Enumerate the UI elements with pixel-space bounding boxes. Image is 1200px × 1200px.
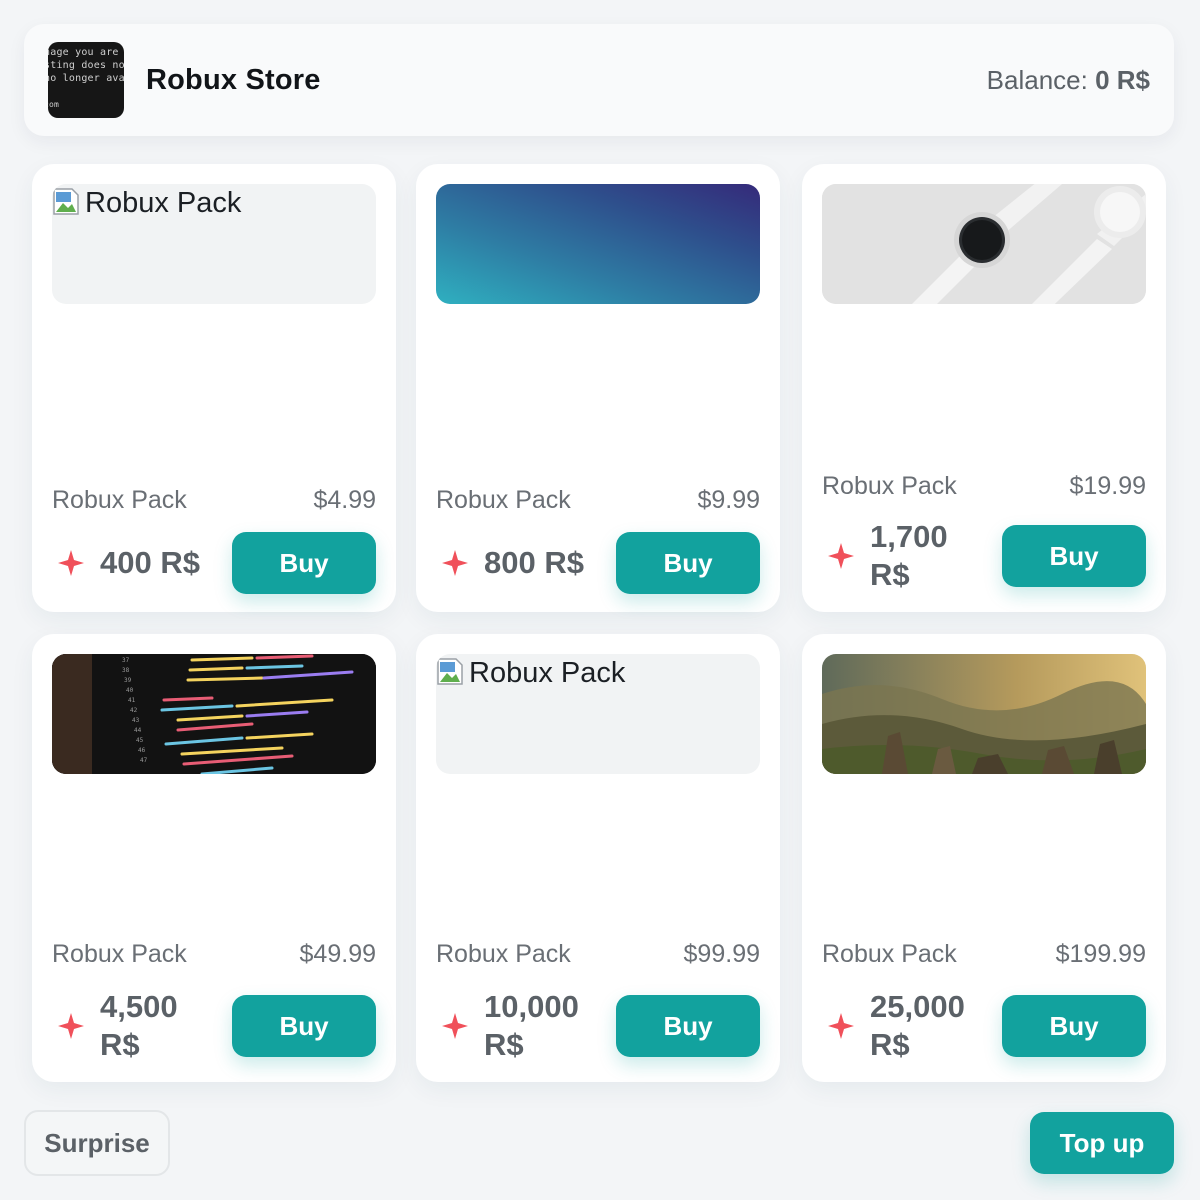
product-image: Robux Pack	[52, 184, 376, 304]
svg-text:47: 47	[140, 757, 148, 764]
product-name: Robux Pack	[436, 486, 571, 514]
product-card: Robux Pack $19.99 1,700 R$ Buy	[802, 164, 1166, 612]
top-up-button[interactable]: Top up	[1030, 1112, 1174, 1174]
broken-image: Robux Pack	[436, 656, 625, 690]
broken-image-icon	[52, 186, 84, 218]
svg-text:42: 42	[130, 707, 138, 714]
product-name: Robux Pack	[52, 940, 187, 968]
robux-amount-unit: R$	[484, 1027, 524, 1062]
buy-button[interactable]: Buy	[616, 532, 760, 594]
page-title: Robux Store	[146, 63, 321, 96]
product-price: $99.99	[683, 940, 760, 968]
buy-button[interactable]: Buy	[232, 532, 376, 594]
product-name: Robux Pack	[822, 940, 957, 968]
product-price: $4.99	[313, 486, 376, 514]
robux-amount-value: 4,500	[100, 989, 178, 1024]
robux-amount: 400 R$	[100, 545, 200, 580]
landscape-photo	[822, 654, 1146, 774]
buy-button[interactable]: Buy	[232, 995, 376, 1057]
product-buy-row: 10,000 R$ Buy	[436, 988, 760, 1064]
sparkle-icon	[828, 543, 854, 569]
product-image	[822, 654, 1146, 774]
robux-amount: 4,500 R$	[100, 988, 178, 1064]
robux-amount-value: 1,700	[870, 519, 948, 554]
product-meta: Robux Pack $19.99	[822, 472, 1146, 501]
product-price: $49.99	[299, 940, 376, 968]
store-header: nage you are sting does no no longer ava…	[24, 24, 1174, 136]
sparkle-icon	[828, 1013, 854, 1039]
robux-amount: 10,000 R$	[484, 988, 579, 1064]
surprise-button[interactable]: Surprise	[24, 1110, 170, 1176]
sparkle-icon	[442, 1013, 468, 1039]
product-meta: Robux Pack $49.99	[52, 940, 376, 969]
product-card: Robux Pack Robux Pack $99.99 10,000 R$ B…	[416, 634, 780, 1082]
image-alt-text: Robux Pack	[85, 187, 242, 219]
broken-image: Robux Pack	[52, 186, 241, 220]
robux-amount-unit: R$	[100, 1027, 140, 1062]
watch-photo	[822, 184, 1146, 304]
product-buy-row: 400 R$ Buy	[52, 532, 376, 594]
robux-amount: 1,700 R$	[870, 518, 948, 594]
product-card: 37 38 39 40 41 42 43 44 45 46 47 Robux P…	[32, 634, 396, 1082]
product-buy-row: 800 R$ Buy	[436, 532, 760, 594]
robux-amount: 25,000 R$	[870, 988, 965, 1064]
svg-text:46: 46	[138, 747, 146, 754]
svg-text:44: 44	[134, 727, 142, 734]
logo-text-line: nage you are	[48, 47, 119, 58]
product-name: Robux Pack	[822, 472, 957, 500]
robux-amount-unit: R$	[870, 557, 910, 592]
product-name: Robux Pack	[52, 486, 187, 514]
product-meta: Robux Pack $199.99	[822, 940, 1146, 969]
balance-value: 0 R$	[1095, 64, 1150, 95]
sparkle-icon	[58, 550, 84, 576]
buy-button[interactable]: Buy	[616, 995, 760, 1057]
product-image	[436, 184, 760, 304]
product-image: Robux Pack	[436, 654, 760, 774]
product-meta: Robux Pack $9.99	[436, 486, 760, 515]
product-price: $19.99	[1069, 472, 1146, 500]
buy-button[interactable]: Buy	[1002, 995, 1146, 1057]
product-card: Robux Pack $9.99 800 R$ Buy	[416, 164, 780, 612]
store-logo: nage you are sting does no no longer ava…	[48, 42, 124, 118]
image-alt-text: Robux Pack	[469, 657, 626, 689]
code-photo: 37 38 39 40 41 42 43 44 45 46 47	[52, 654, 376, 774]
product-card: Robux Pack $199.99 25,000 R$ Buy	[802, 634, 1166, 1082]
robux-amount-value: 10,000	[484, 989, 579, 1024]
product-price: $9.99	[697, 486, 760, 514]
svg-text:45: 45	[136, 737, 144, 744]
logo-text-line: sting does no	[48, 60, 124, 71]
balance-display: Balance: 0 R$	[987, 65, 1150, 96]
svg-text:39: 39	[124, 677, 132, 684]
svg-text:43: 43	[132, 717, 140, 724]
product-buy-row: 25,000 R$ Buy	[822, 988, 1146, 1064]
product-buy-row: 1,700 R$ Buy	[822, 518, 1146, 594]
svg-text:37: 37	[122, 657, 130, 664]
svg-text:38: 38	[122, 667, 130, 674]
product-card: Robux Pack Robux Pack $4.99 400 R$ Buy	[32, 164, 396, 612]
product-image	[822, 184, 1146, 304]
product-meta: Robux Pack $4.99	[52, 486, 376, 515]
robux-store-app: nage you are sting does no no longer ava…	[0, 0, 1200, 1200]
product-buy-row: 4,500 R$ Buy	[52, 988, 376, 1064]
product-meta: Robux Pack $99.99	[436, 940, 760, 969]
robux-amount-value: 25,000	[870, 989, 965, 1024]
robux-amount: 800 R$	[484, 545, 584, 580]
product-price: $199.99	[1055, 940, 1146, 968]
broken-image-icon	[436, 656, 468, 688]
balance-label: Balance:	[986, 64, 1088, 95]
logo-text-line: no longer avail	[48, 73, 124, 84]
product-image: 37 38 39 40 41 42 43 44 45 46 47	[52, 654, 376, 774]
product-name: Robux Pack	[436, 940, 571, 968]
svg-text:40: 40	[126, 687, 134, 694]
sparkle-icon	[58, 1013, 84, 1039]
robux-amount-unit: R$	[870, 1027, 910, 1062]
logo-text-line: com	[48, 100, 60, 109]
svg-text:41: 41	[128, 697, 136, 704]
buy-button[interactable]: Buy	[1002, 525, 1146, 587]
sparkle-icon	[442, 550, 468, 576]
